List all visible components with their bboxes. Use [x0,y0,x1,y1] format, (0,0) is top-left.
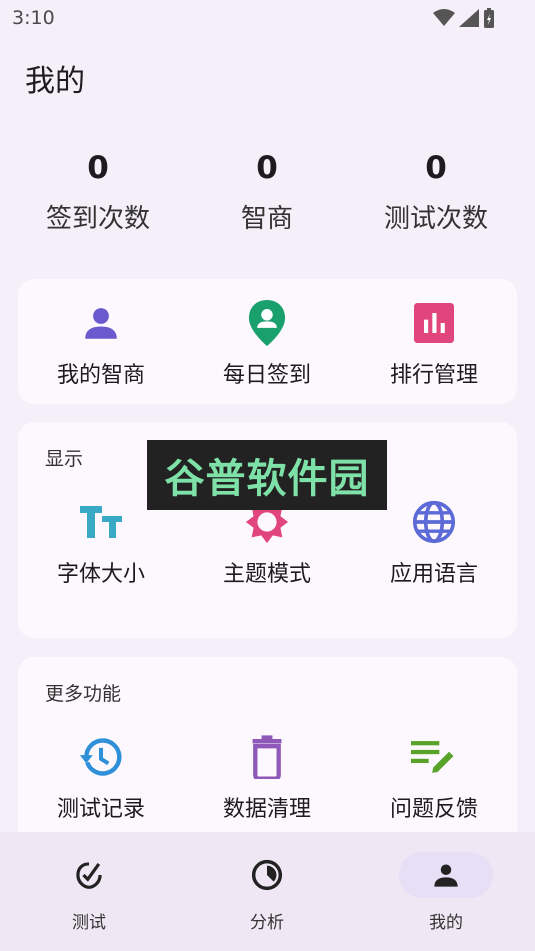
app-language-button[interactable]: 应用语言 [351,498,517,588]
my-iq-button[interactable]: 我的智商 [18,299,184,389]
display-section-title: 显示 [45,448,84,470]
location-pin-icon [243,299,291,347]
stat-signin-count: 0 签到次数 [9,148,187,235]
check-badge-icon [42,852,136,898]
test-history-label: 测试记录 [56,797,145,822]
nav-mine[interactable]: 我的 [396,852,496,933]
battery-icon [484,8,494,28]
nav-analysis-label: 分析 [250,913,284,933]
stat-test-count: 0 测试次数 [347,148,525,235]
person-icon [77,299,125,347]
nav-analysis[interactable]: 分析 [217,852,317,933]
stat-label: 测试次数 [383,204,488,234]
stats-row: 0 签到次数 0 智商 0 测试次数 [0,148,535,238]
trash-icon [243,733,291,781]
edit-notes-icon [410,733,458,781]
app-language-label: 应用语言 [389,562,478,587]
status-time: 3:10 [12,7,55,29]
globe-icon [410,498,458,546]
nav-mine-label: 我的 [429,913,463,933]
stat-value: 0 [256,150,278,186]
history-icon [77,733,125,781]
page-title: 我的 [25,64,85,99]
wifi-icon [433,9,455,26]
daily-signin-button[interactable]: 每日签到 [184,299,350,389]
test-history-button[interactable]: 测试记录 [18,733,184,823]
more-section-title: 更多功能 [45,683,122,705]
daily-signin-label: 每日签到 [222,363,311,388]
stat-value: 0 [87,150,109,186]
ranking-label: 排行管理 [389,363,478,388]
my-iq-label: 我的智商 [56,363,145,388]
signal-icon [459,9,479,27]
theme-mode-label: 主题模式 [222,562,311,587]
status-icons [433,8,495,28]
quick-actions-card: 我的智商 每日签到 排行管理 [18,279,517,404]
watermark-logo: 谷普软件园 [147,440,387,510]
font-size-label: 字体大小 [56,562,145,587]
data-clear-label: 数据清理 [222,797,311,822]
stat-value: 0 [425,150,447,186]
stat-iq: 0 智商 [178,148,356,235]
feedback-button[interactable]: 问题反馈 [351,733,517,823]
pie-icon [220,852,314,898]
more-features-card: 更多功能 测试记录 数据清理 问题反馈 [18,657,517,857]
status-bar: 3:10 [0,0,535,36]
data-clear-button[interactable]: 数据清理 [184,733,350,823]
font-size-icon [77,498,125,546]
nav-test[interactable]: 测试 [39,852,139,933]
stat-label: 签到次数 [45,204,150,234]
theme-mode-button[interactable]: 主题模式 [184,498,350,588]
nav-test-label: 测试 [72,913,106,933]
bar-chart-icon [410,299,458,347]
font-size-button[interactable]: 字体大小 [18,498,184,588]
ranking-button[interactable]: 排行管理 [351,299,517,389]
person-icon [399,852,493,898]
stat-label: 智商 [240,204,293,234]
feedback-label: 问题反馈 [389,797,478,822]
bottom-nav: 测试 分析 我的 [0,832,535,951]
